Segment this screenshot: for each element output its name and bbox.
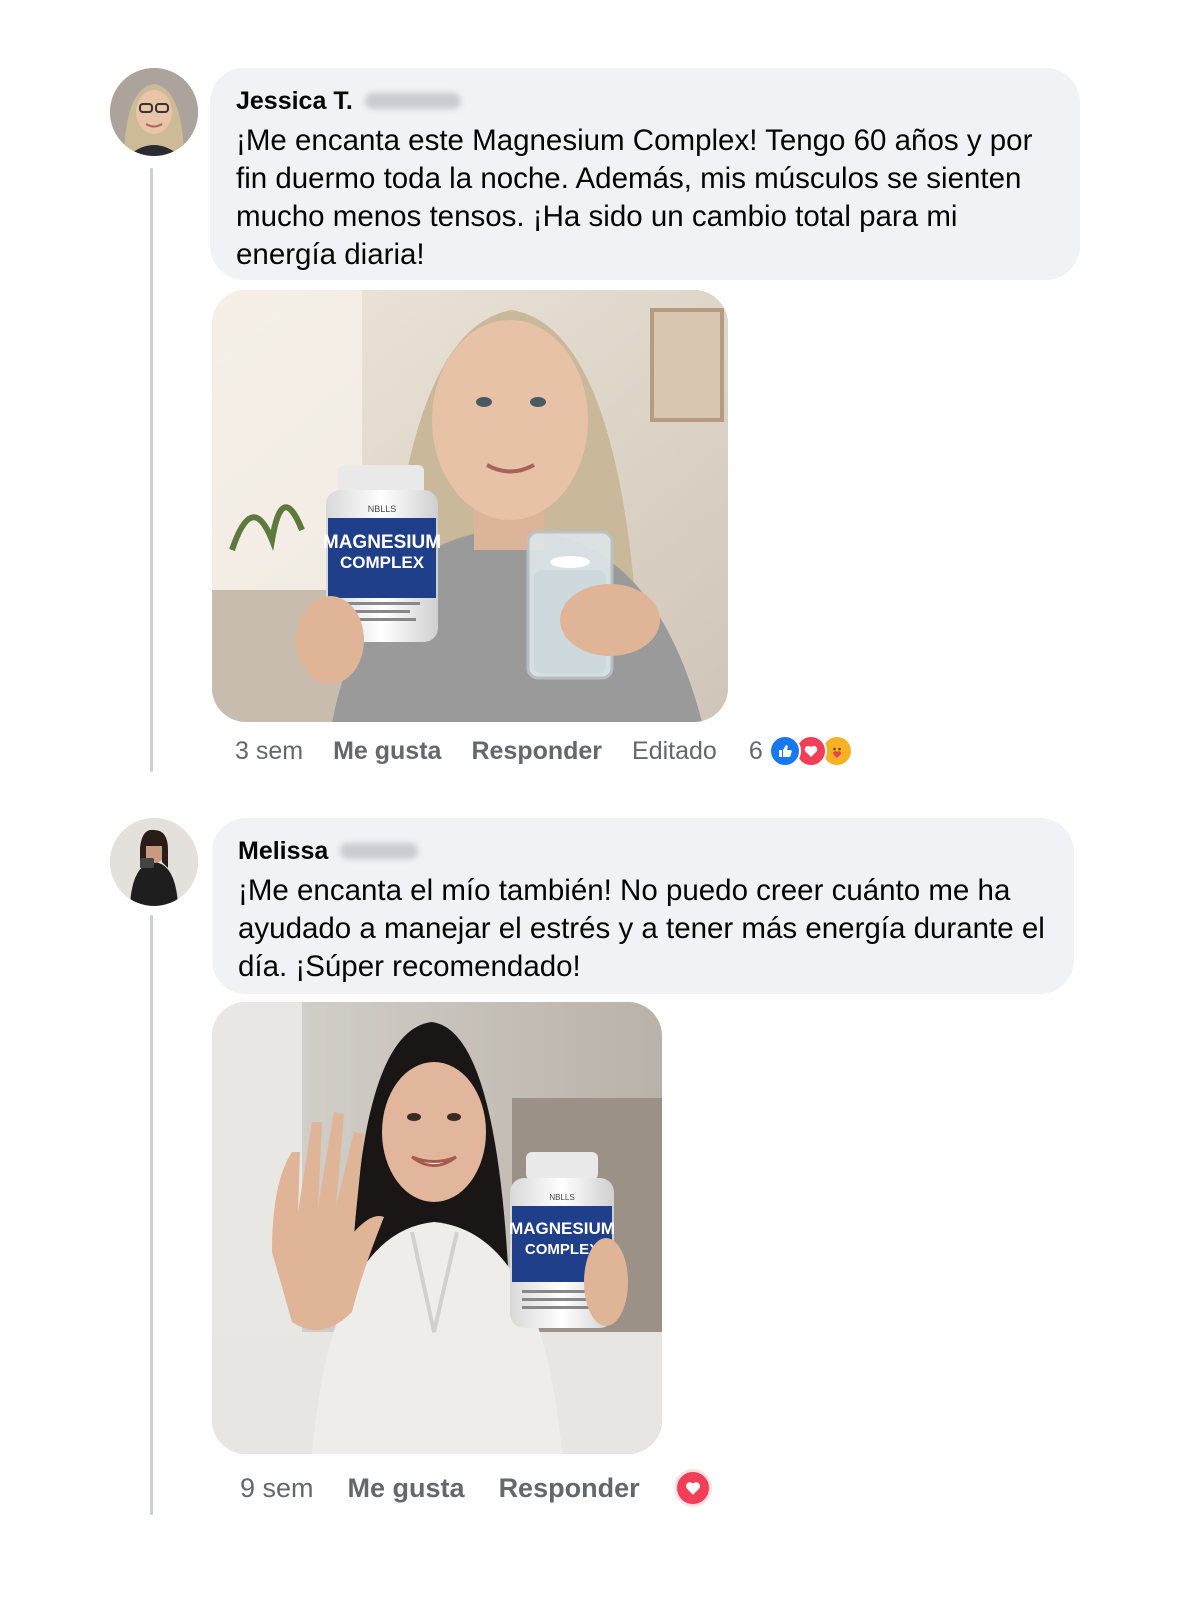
bottle-label-line2: COMPLEX bbox=[525, 1241, 599, 1258]
avatar-photo bbox=[110, 68, 198, 156]
photo-woman-with-bottle-and-glass: NBLLS MAGNESIUM COMPLEX bbox=[212, 290, 728, 722]
reply-button[interactable]: Responder bbox=[499, 1473, 640, 1504]
comment-author[interactable]: Jessica T. bbox=[236, 87, 353, 116]
bottle-brand: NBLLS bbox=[549, 1193, 574, 1202]
like-button[interactable]: Me gusta bbox=[348, 1473, 465, 1504]
comment-actions: 3 sem Me gusta Responder Editado 6 bbox=[235, 734, 853, 768]
comment-timestamp[interactable]: 9 sem bbox=[240, 1473, 314, 1504]
bottle-label-line2: COMPLEX bbox=[340, 553, 425, 572]
love-icon[interactable] bbox=[673, 1469, 712, 1507]
bottle-label-line1: MAGNESIUM bbox=[509, 1219, 615, 1238]
like-icon bbox=[768, 735, 801, 767]
photo-woman-waving-with-bottle: NBLLS MAGNESIUM COMPLEX bbox=[212, 1002, 662, 1454]
comment-photo[interactable]: NBLLS MAGNESIUM COMPLEX bbox=[212, 1002, 662, 1454]
comment-photo[interactable]: NBLLS MAGNESIUM COMPLEX bbox=[212, 290, 728, 722]
thread-line bbox=[150, 168, 153, 772]
blurred-surname bbox=[340, 843, 419, 859]
bottle-label-line1: MAGNESIUM bbox=[323, 532, 441, 553]
comment-bubble: Melissa ¡Me encanta el mío también! No p… bbox=[212, 818, 1074, 994]
avatar[interactable] bbox=[110, 68, 198, 156]
avatar-photo bbox=[110, 818, 198, 906]
avatar[interactable] bbox=[110, 818, 198, 906]
comment-text: ¡Me encanta el mío también! No puedo cre… bbox=[238, 874, 1045, 983]
edited-label[interactable]: Editado bbox=[632, 737, 717, 766]
comment-text: ¡Me encanta este Magnesium Complex! Teng… bbox=[236, 124, 1033, 271]
blurred-surname bbox=[364, 93, 461, 109]
bottle-brand: NBLLS bbox=[368, 504, 397, 514]
reply-button[interactable]: Responder bbox=[471, 737, 602, 766]
like-button[interactable]: Me gusta bbox=[333, 737, 441, 766]
thread-line bbox=[150, 915, 153, 1515]
comment-timestamp[interactable]: 3 sem bbox=[235, 737, 303, 766]
reaction-count[interactable]: 6 bbox=[749, 737, 763, 766]
comment-actions: 9 sem Me gusta Responder bbox=[240, 1469, 712, 1507]
reaction-icons[interactable] bbox=[768, 735, 853, 767]
comment-bubble: Jessica T. ¡Me encanta este Magnesium Co… bbox=[210, 68, 1080, 280]
comment-author[interactable]: Melissa bbox=[238, 837, 328, 866]
